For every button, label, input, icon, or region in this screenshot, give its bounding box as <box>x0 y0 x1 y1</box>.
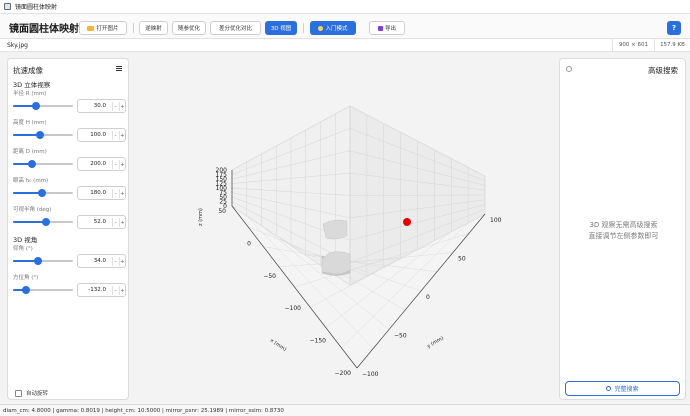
toolbar-separator <box>133 23 134 33</box>
toolbar-separator <box>303 23 304 33</box>
half-angle-spinbox[interactable]: 52.0 - + <box>77 215 126 229</box>
settings-icon <box>566 66 572 72</box>
z-tick-label: 200 <box>216 167 228 174</box>
menu-icon[interactable] <box>116 66 122 71</box>
elevation-slider[interactable] <box>13 257 73 265</box>
toolbar: 镜面圆柱体映射 打开图片 逆映射 随参优化 差分优化对比 3D 视图 入门模式 … <box>0 14 690 39</box>
increment-button[interactable]: + <box>119 102 125 111</box>
status-text: diam_cm: 4.8000 | gamma: 0.8019 | height… <box>3 408 284 414</box>
decrement-button[interactable]: - <box>112 218 118 227</box>
file-size: 157.9 KB <box>654 39 690 51</box>
file-bar: Sky.jpg 900 × 601 157.9 KB <box>0 39 690 52</box>
decrement-button[interactable]: - <box>112 102 118 111</box>
x-tick-label: −150 <box>310 338 327 345</box>
image-dimensions: 900 × 601 <box>612 39 654 51</box>
file-name: Sky.jpg <box>7 42 28 49</box>
z-axis-label: z (mm) <box>198 208 204 226</box>
distance-spinbox[interactable]: 200.0 - + <box>77 157 126 171</box>
decrement-button[interactable]: - <box>112 131 118 140</box>
section-3d-title: 3D 立体视察 <box>13 81 51 89</box>
app-name: 镜面圆柱体映射 <box>9 24 79 35</box>
advanced-search-title: 高级搜索 <box>648 66 678 75</box>
param-label-height: 高度 H (mm) <box>13 120 47 126</box>
left-panel: 抗速成像 3D 立体视察 半径 R (mm) 30.0 - + 高度 H (mm… <box>7 58 129 400</box>
mirror-reflection <box>322 219 348 240</box>
radius-slider[interactable] <box>13 102 73 110</box>
distance-slider[interactable] <box>13 160 73 168</box>
help-button[interactable]: ? <box>667 21 681 35</box>
random-opt-button[interactable]: 随参优化 <box>172 21 206 35</box>
export-icon <box>377 25 383 31</box>
decrement-button[interactable]: - <box>112 286 118 295</box>
param-label-azimuth: 方位角 (°) <box>13 275 39 281</box>
inverse-map-button[interactable]: 逆映射 <box>139 21 168 35</box>
param-label-eye-height: 眼高 h₀ (mm) <box>13 178 49 184</box>
plot-3d[interactable]: 0255075100125150175200500−50−100−150−200… <box>136 58 554 400</box>
folder-icon <box>87 25 95 31</box>
title-bar: 镜面圆柱体映射 <box>0 0 690 14</box>
x-axis-label: x (mm) <box>269 338 287 353</box>
y-tick-label: −100 <box>362 371 379 378</box>
azimuth-slider[interactable] <box>13 286 73 294</box>
decrement-button[interactable]: - <box>112 189 118 198</box>
increment-button[interactable]: + <box>119 160 125 169</box>
y-tick-label: 0 <box>426 294 430 301</box>
param-label-radius: 半径 R (mm) <box>13 91 47 97</box>
bulb-icon <box>318 25 324 31</box>
increment-button[interactable]: + <box>119 189 125 198</box>
half-angle-slider[interactable] <box>13 218 73 226</box>
height-spinbox[interactable]: 100.0 - + <box>77 128 126 142</box>
window-title: 镜面圆柱体映射 <box>15 4 58 11</box>
open-image-button[interactable]: 打开图片 <box>79 21 127 35</box>
section-view-title: 3D 视角 <box>13 236 38 244</box>
diff-opt-button[interactable]: 差分优化对比 <box>210 21 261 35</box>
radius-spinbox[interactable]: 30.0 - + <box>77 99 126 113</box>
y-tick-label: 50 <box>458 256 466 263</box>
height-slider[interactable] <box>13 131 73 139</box>
y-tick-label: −50 <box>394 333 407 340</box>
increment-button[interactable]: + <box>119 257 125 266</box>
x-tick-label: 0 <box>247 240 251 247</box>
eye-height-slider[interactable] <box>13 189 73 197</box>
x-tick-label: 50 <box>218 208 226 215</box>
export-button[interactable]: 导出 <box>369 21 405 35</box>
decrement-button[interactable]: - <box>112 160 118 169</box>
app-icon <box>4 3 11 10</box>
auto-rotate-checkbox[interactable] <box>15 389 22 397</box>
right-panel: 高级搜索 3D 观察无需高级搜索 直接调节左侧参数即可 完整搜索 <box>559 58 686 400</box>
hint-line-1: 3D 观察无需高级搜索 <box>589 221 658 229</box>
y-axis-label: y (mm) <box>426 335 445 349</box>
search-icon <box>606 386 612 391</box>
y-tick-label: 100 <box>490 217 502 224</box>
increment-button[interactable]: + <box>119 131 125 140</box>
increment-button[interactable]: + <box>119 286 125 295</box>
hint-line-2: 直接调节左侧参数即可 <box>588 232 659 240</box>
increment-button[interactable]: + <box>119 218 125 227</box>
full-search-button[interactable]: 完整搜索 <box>565 381 680 396</box>
tutorial-button[interactable]: 入门模式 <box>310 21 356 35</box>
x-tick-label: −50 <box>263 273 276 280</box>
x-tick-label: −100 <box>285 305 302 312</box>
auto-rotate-label: 自动旋转 <box>26 391 49 397</box>
param-label-half-angle: 可视半角 (deg) <box>13 207 52 213</box>
decrement-button[interactable]: - <box>112 257 118 266</box>
status-bar: diam_cm: 4.8000 | gamma: 0.8019 | height… <box>0 404 690 416</box>
param-label-distance: 距离 D (mm) <box>13 149 47 155</box>
elevation-spinbox[interactable]: 34.0 - + <box>77 254 126 268</box>
plot-area[interactable]: 0 25 50 75 100 125 150 175 200 50 0 −50 −100 −150 −200… <box>136 58 554 400</box>
param-label-elevation: 仰角 (°) <box>13 246 33 252</box>
eye-position-marker <box>403 218 411 226</box>
view-3d-button[interactable]: 3D 视图 <box>265 21 297 35</box>
eye-height-spinbox[interactable]: 180.0 - + <box>77 186 126 200</box>
x-tick-label: −200 <box>335 370 352 377</box>
panel-title: 抗速成像 <box>13 66 43 75</box>
auto-rotate-option[interactable]: 自动旋转 <box>15 389 48 397</box>
azimuth-spinbox[interactable]: -132.0 - + <box>77 283 126 297</box>
